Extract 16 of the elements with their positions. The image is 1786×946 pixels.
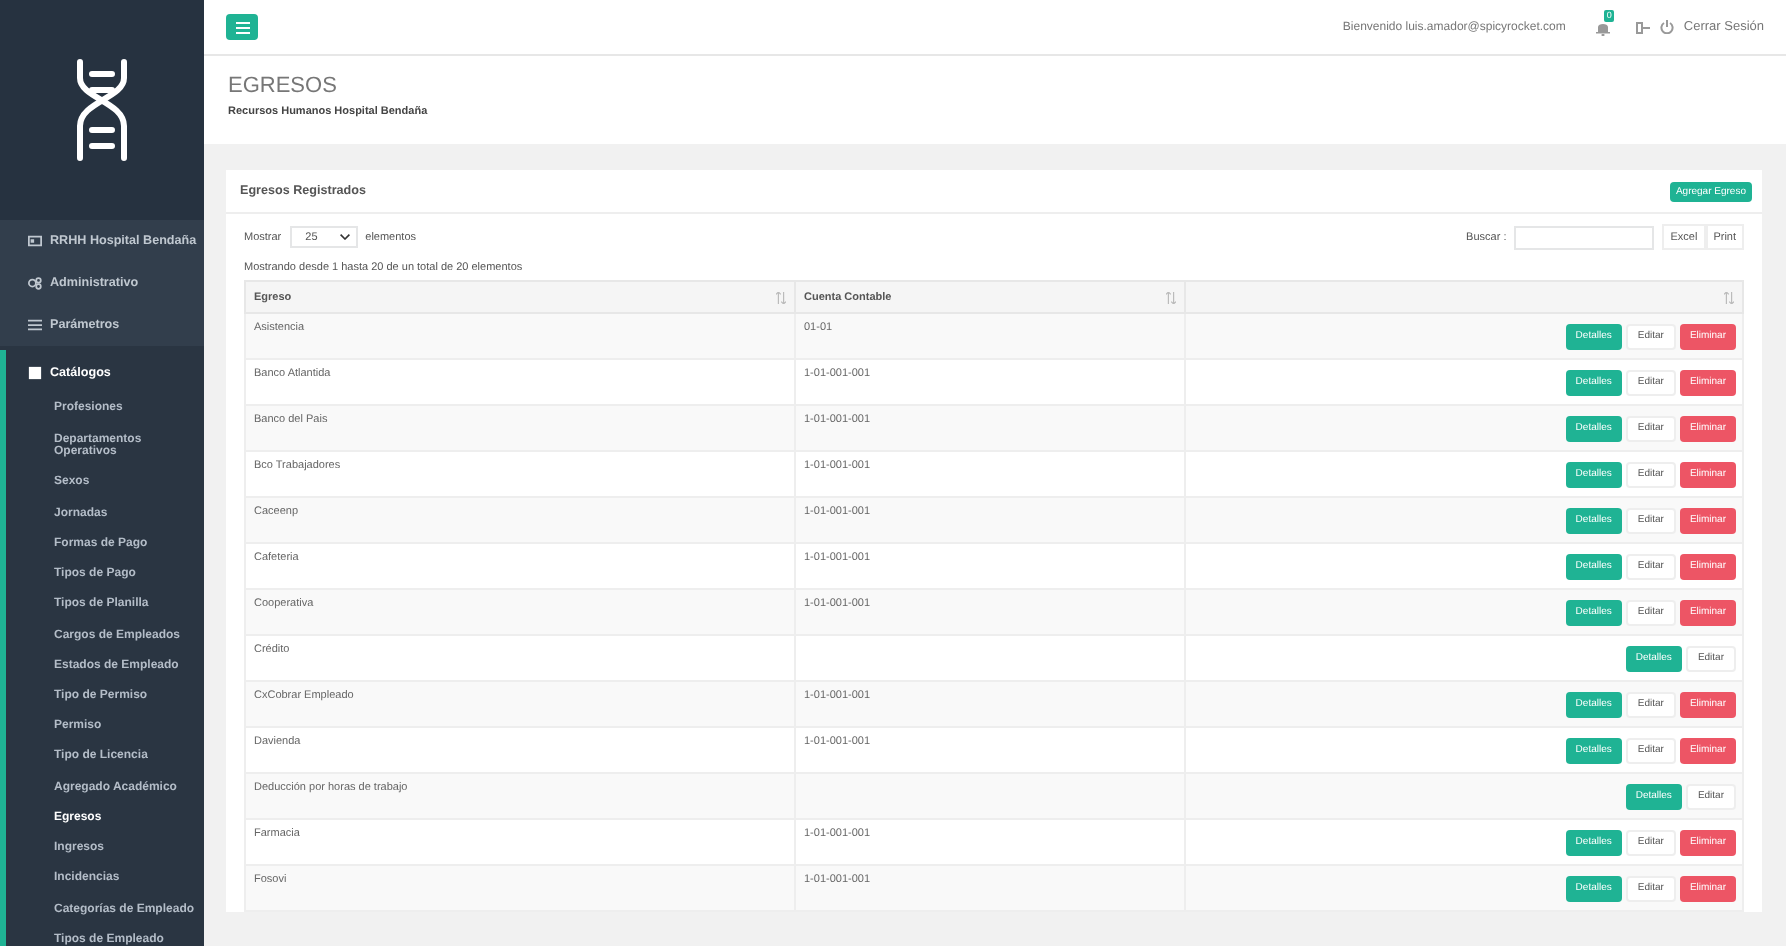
power-icon <box>1659 20 1674 34</box>
menu-button[interactable] <box>226 14 258 40</box>
dna-logo-icon <box>72 58 132 162</box>
sort-icon <box>1166 291 1176 303</box>
sign-out-icon <box>1635 21 1650 33</box>
sort-icon <box>776 291 786 303</box>
book-icon <box>28 365 42 379</box>
sort-icon <box>1724 291 1734 303</box>
bell-icon[interactable] <box>1595 19 1610 35</box>
gears-icon <box>28 276 42 290</box>
chevron-down-icon <box>339 234 350 240</box>
id-card-icon <box>28 234 42 248</box>
search-field[interactable] <box>1514 225 1655 249</box>
list-icon <box>28 318 42 332</box>
menu-icon <box>235 21 249 33</box>
page-title: EGRESOS <box>228 74 339 98</box>
